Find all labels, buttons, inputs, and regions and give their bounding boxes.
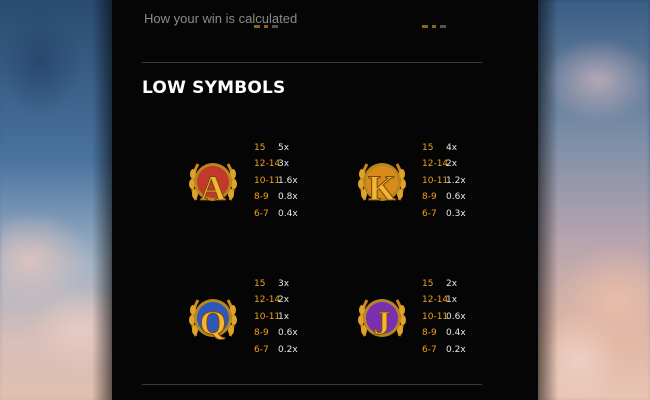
svg-text:Q: Q: [200, 305, 226, 342]
symbol-q-icon: Q: [189, 299, 237, 343]
paytable-row: 10-111.2x: [422, 175, 466, 186]
paytable-row: 15 4x: [422, 143, 458, 153]
section-title: LOW SYMBOLS: [142, 78, 286, 98]
paytable-row: 12-141x: [422, 295, 458, 306]
paytable-symbol-a: 15 5x 12-143x 10-111.6x 8-9 0.8x 6-7 0.4x: [254, 140, 298, 222]
paytable-row: 10-110.6x: [422, 311, 466, 322]
paytable-row: 12-142x: [254, 295, 290, 306]
panel-shadow-left: [92, 0, 112, 400]
paytable-row: 10-111.6x: [254, 175, 298, 186]
symbol-a-icon: A: [189, 163, 237, 209]
clipped-row-marks: [254, 25, 294, 31]
paytable-row: 8-9 0.4x: [422, 328, 466, 339]
paytable-row: 15 2x: [422, 279, 458, 289]
paytable-symbol-k: 15 4x 12-142x 10-111.2x 8-9 0.6x 6-7 0.3x: [422, 140, 466, 222]
svg-text:J: J: [374, 305, 391, 342]
paytable-symbol-q: 15 3x 12-142x 10-111x 8-9 0.6x 6-7 0.2x: [254, 276, 298, 358]
paytable-panel[interactable]: How your win is calculated LOW SYMBOLS A…: [112, 0, 538, 400]
paytable-row: 6-7 0.2x: [422, 344, 466, 355]
clipped-row-marks: [422, 25, 462, 31]
svg-text:K: K: [368, 168, 396, 208]
paytable-row: 12-143x: [254, 159, 290, 170]
panel-shadow-right: [538, 0, 558, 400]
paytable-row: 8-9 0.6x: [254, 328, 298, 339]
paytable-row: 15 3x: [254, 279, 290, 289]
paytable-row: 6-7 0.4x: [254, 208, 298, 219]
paytable-row: 6-7 0.2x: [254, 344, 298, 355]
section-divider: [142, 62, 482, 63]
section-divider: [142, 384, 482, 385]
svg-text:A: A: [200, 168, 226, 208]
paytable-row: 6-7 0.3x: [422, 208, 466, 219]
paytable-row: 10-111x: [254, 311, 290, 322]
paytable-symbol-j: 15 2x 12-141x 10-110.6x 8-9 0.4x 6-7 0.2x: [422, 276, 466, 358]
paytable-row: 15 5x: [254, 143, 290, 153]
win-calculation-text: How your win is calculated: [144, 11, 298, 26]
paytable-row: 12-142x: [422, 159, 458, 170]
paytable-row: 8-9 0.6x: [422, 192, 466, 203]
paytable-row: 8-9 0.8x: [254, 192, 298, 203]
symbol-k-icon: K: [358, 163, 406, 209]
symbol-j-icon: J: [358, 299, 406, 343]
